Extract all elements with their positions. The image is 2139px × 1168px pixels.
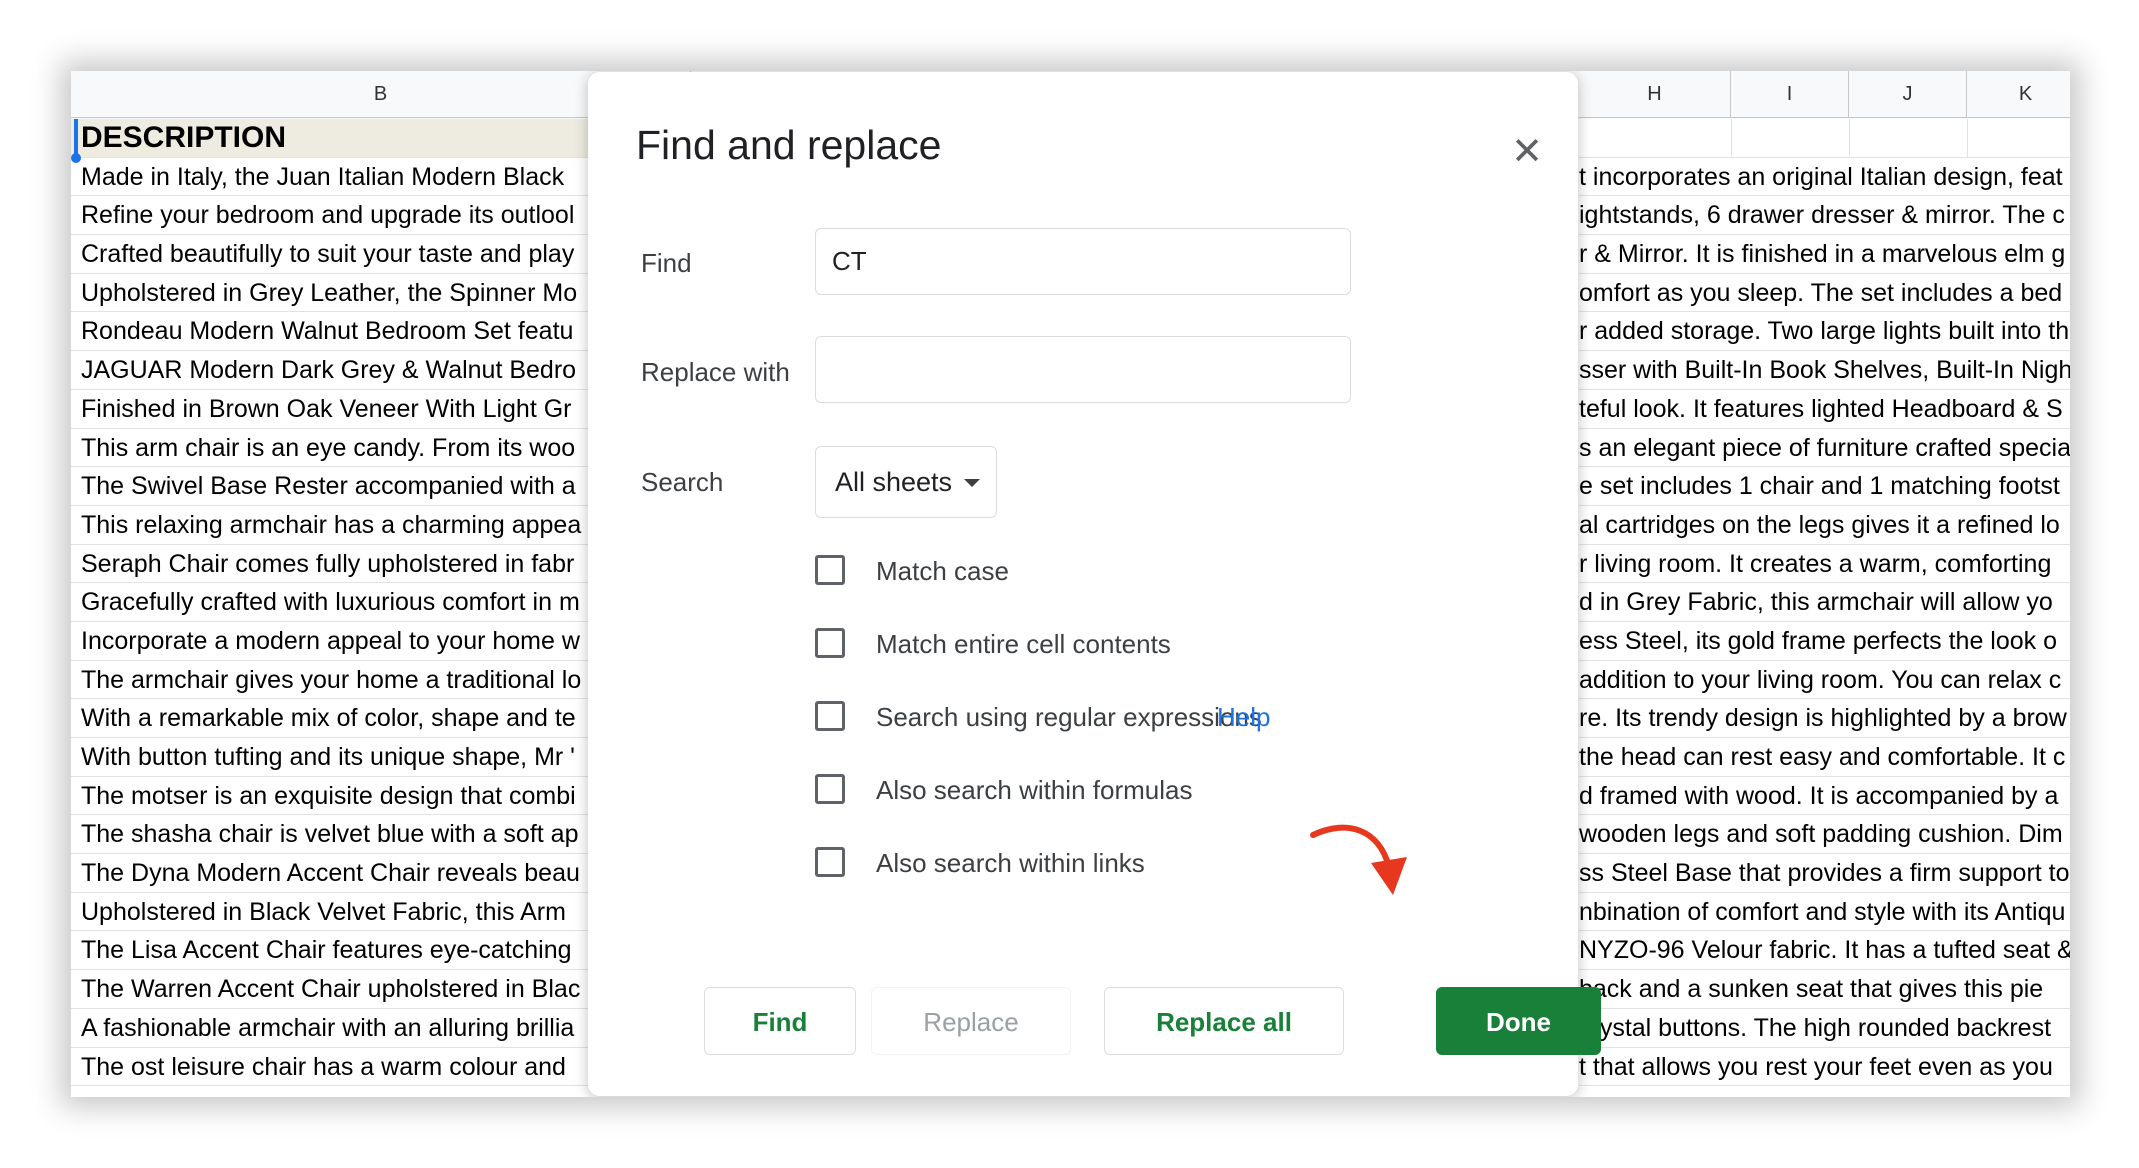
match-case-checkbox[interactable] xyxy=(815,555,845,585)
table-row[interactable]: al cartridges on the legs gives it a ref… xyxy=(1579,506,2070,545)
table-row[interactable]: teful look. It features lighted Headboar… xyxy=(1579,390,2070,429)
table-row[interactable]: the head can rest easy and comfortable. … xyxy=(1579,738,2070,777)
chevron-down-icon xyxy=(964,479,980,487)
search-formulas-label: Also search within formulas xyxy=(876,775,1193,805)
table-row[interactable]: crystal buttons. The high rounded backre… xyxy=(1579,1009,2070,1048)
search-links-label: Also search within links xyxy=(876,848,1145,878)
column-h-cells: t incorporates an original Italian desig… xyxy=(1579,119,2070,1087)
selection-fill-handle[interactable] xyxy=(71,153,81,163)
match-case-label: Match case xyxy=(876,556,1009,586)
table-row[interactable]: r & Mirror. It is finished in a marvelou… xyxy=(1579,235,2070,274)
table-row[interactable]: s an elegant piece of furniture crafted … xyxy=(1579,429,2070,468)
table-row[interactable]: e set includes 1 chair and 1 matching fo… xyxy=(1579,467,2070,506)
table-row[interactable]: addition to your living room. You can re… xyxy=(1579,661,2070,700)
column-header-j[interactable]: J xyxy=(1849,71,1967,118)
column-header-k[interactable]: K xyxy=(1967,71,2070,118)
table-row[interactable]: r added storage. Two large lights built … xyxy=(1579,312,2070,352)
find-replace-dialog: Find and replace ✕ Find Replace with Sea… xyxy=(588,72,1601,1096)
screenshot-frame: B H I J K L DESCRIPTIONMade in Italy, th… xyxy=(71,71,2070,1097)
regex-label: Search using regular expressions xyxy=(876,702,1262,732)
table-row[interactable]: ess Steel, its gold frame perfects the l… xyxy=(1579,622,2070,661)
match-entire-cell-checkbox[interactable] xyxy=(815,628,845,658)
table-row[interactable]: wooden legs and soft padding cushion. Di… xyxy=(1579,815,2070,855)
annotation-arrow-head xyxy=(1371,857,1407,895)
table-row[interactable]: back and a sunken seat that gives this p… xyxy=(1579,970,2070,1009)
cell-selection-indicator xyxy=(74,119,78,157)
table-row[interactable]: sser with Built-In Book Shelves, Built-I… xyxy=(1579,351,2070,390)
search-formulas-checkbox[interactable] xyxy=(815,774,845,804)
replace-all-button[interactable]: Replace all xyxy=(1104,987,1344,1055)
find-label: Find xyxy=(641,248,692,278)
table-row[interactable]: d in Grey Fabric, this armchair will all… xyxy=(1579,583,2070,622)
help-link[interactable]: Help xyxy=(1217,699,1270,735)
match-entire-cell-label: Match entire cell contents xyxy=(876,629,1171,659)
table-row[interactable]: t that allows you rest your feet even as… xyxy=(1579,1048,2070,1087)
table-row[interactable]: NYZO-96 Velour fabric. It has a tufted s… xyxy=(1579,931,2070,971)
find-button[interactable]: Find xyxy=(704,987,856,1055)
table-row[interactable]: omfort as you sleep. The set includes a … xyxy=(1579,274,2070,313)
table-row[interactable]: t incorporates an original Italian desig… xyxy=(1579,158,2070,197)
table-row[interactable]: d framed with wood. It is accompanied by… xyxy=(1579,777,2070,816)
done-button[interactable]: Done xyxy=(1436,987,1601,1055)
table-row[interactable]: ightstands, 6 drawer dresser & mirror. T… xyxy=(1579,196,2070,236)
search-scope-value: All sheets xyxy=(835,467,953,497)
table-row[interactable]: re. Its trendy design is highlighted by … xyxy=(1579,699,2070,738)
replace-button[interactable]: Replace xyxy=(871,987,1071,1055)
annotation-arrow-stroke xyxy=(1310,824,1392,870)
table-row[interactable]: r living room. It creates a warm, comfor… xyxy=(1579,545,2070,584)
column-header-i[interactable]: I xyxy=(1731,71,1849,118)
search-label: Search xyxy=(641,467,724,497)
replace-with-input[interactable] xyxy=(815,336,1351,403)
option-regular-expressions[interactable]: Search using regular expressions Help xyxy=(815,699,1375,739)
table-row[interactable] xyxy=(1579,119,2070,158)
close-icon[interactable]: ✕ xyxy=(1505,130,1549,174)
annotation-arrow-icon xyxy=(1310,824,1407,895)
table-row[interactable]: nbination of comfort and style with its … xyxy=(1579,893,2070,932)
table-row[interactable]: ss Steel Base that provides a firm suppo… xyxy=(1579,854,2070,893)
regex-checkbox[interactable] xyxy=(815,701,845,731)
replace-with-label: Replace with xyxy=(641,357,790,387)
column-header-h[interactable]: H xyxy=(1579,71,1731,118)
search-scope-dropdown[interactable]: All sheets xyxy=(815,446,997,518)
find-input[interactable] xyxy=(815,228,1351,295)
search-links-checkbox[interactable] xyxy=(815,847,845,877)
dialog-title: Find and replace xyxy=(636,122,942,168)
